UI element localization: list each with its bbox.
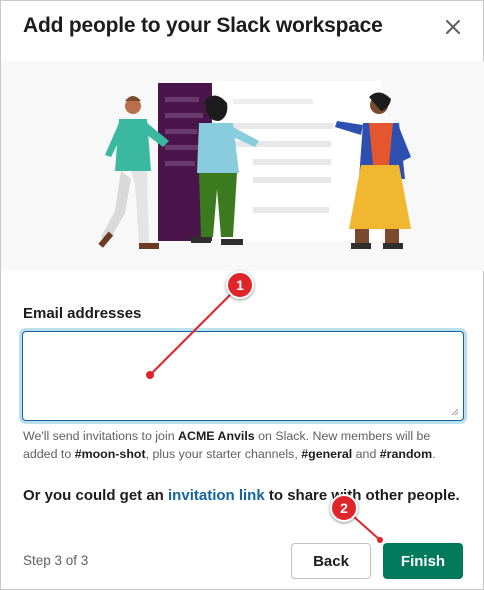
dialog-header: Add people to your Slack workspace	[1, 1, 484, 57]
annotation-marker-2: 2	[330, 494, 358, 522]
close-button[interactable]	[441, 15, 465, 39]
resize-handle-icon[interactable]	[449, 406, 459, 416]
channel-general: #general	[301, 447, 353, 461]
finish-button[interactable]: Finish	[383, 543, 463, 579]
invitation-link-line: Or you could get an invitation link to s…	[23, 487, 460, 504]
dialog-title: Add people to your Slack workspace	[23, 14, 383, 37]
email-addresses-input[interactable]	[22, 331, 464, 421]
invitation-helper-text: We'll send invitations to join ACME Anvi…	[23, 429, 436, 461]
channel-moon-shot: #moon-shot	[74, 447, 146, 461]
close-icon	[446, 20, 460, 34]
annotation-marker-1: 1	[226, 271, 254, 299]
people-collaborating-illustration	[98, 81, 411, 249]
workspace-name: ACME Anvils	[178, 429, 255, 443]
channel-random: #random	[379, 447, 433, 461]
back-button[interactable]: Back	[291, 543, 371, 579]
email-addresses-label: Email addresses	[23, 305, 142, 322]
people-illustration	[1, 61, 484, 271]
step-indicator: Step 3 of 3	[23, 553, 89, 568]
invitation-link[interactable]: invitation link	[168, 487, 265, 504]
